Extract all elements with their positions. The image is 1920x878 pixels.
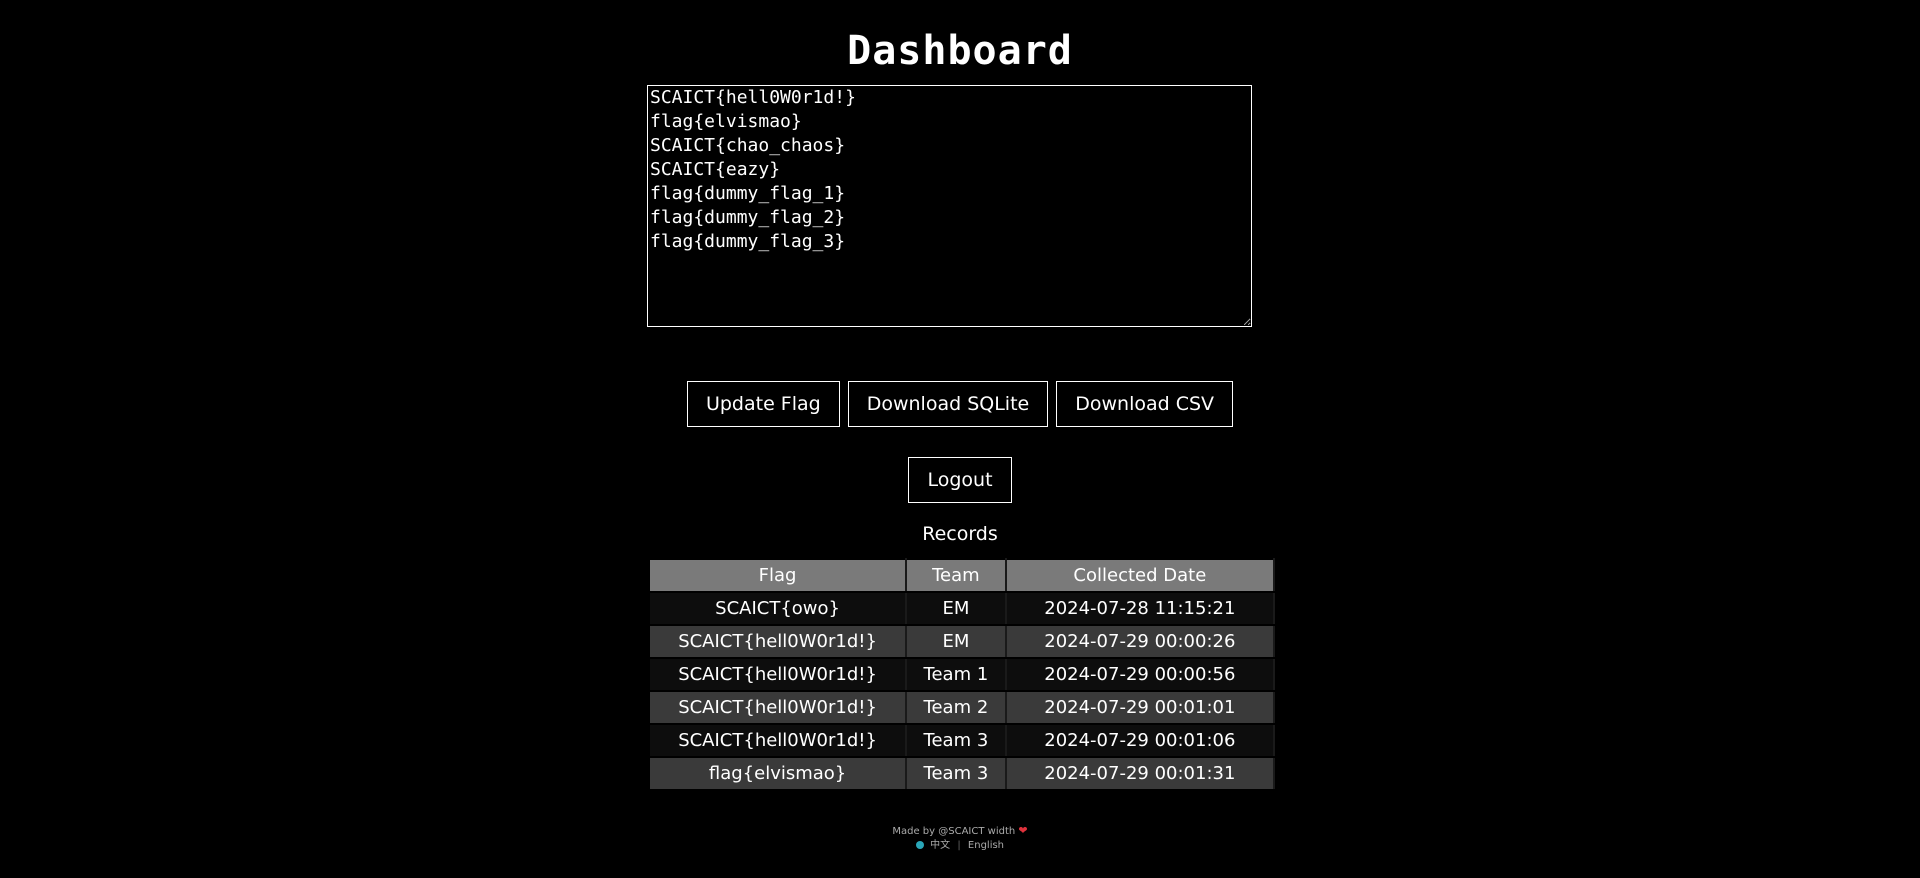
cell-collected-date: 2024-07-29 00:00:26 — [1004, 624, 1276, 659]
logout-row: Logout — [0, 457, 1920, 503]
table-row: SCAICT{hell0W0r1d!} Team 1 2024-07-29 00… — [647, 657, 1276, 692]
cell-collected-date: 2024-07-29 00:01:06 — [1004, 723, 1276, 758]
language-link-en[interactable]: English — [968, 840, 1004, 851]
cell-team: EM — [905, 591, 1007, 626]
globe-icon — [915, 841, 924, 849]
cell-team: Team 3 — [905, 756, 1007, 791]
language-link-zh[interactable]: 中文 — [930, 840, 950, 851]
cell-flag: SCAICT{hell0W0r1d!} — [647, 690, 908, 725]
credits-line: Made by @SCAICT width ❤ — [0, 824, 1920, 839]
column-header-flag: Flag — [647, 558, 908, 593]
page-title: Dashboard — [847, 28, 1073, 74]
language-separator: | — [957, 840, 961, 851]
cell-team: EM — [905, 624, 1007, 659]
table-row: flag{elvismao} Team 3 2024-07-29 00:01:3… — [647, 756, 1276, 791]
cell-flag: SCAICT{hell0W0r1d!} — [647, 624, 908, 659]
cell-collected-date: 2024-07-29 00:01:31 — [1004, 756, 1276, 791]
cell-flag: SCAICT{hell0W0r1d!} — [647, 657, 908, 692]
table-row: SCAICT{hell0W0r1d!} Team 2 2024-07-29 00… — [647, 690, 1276, 725]
logout-button[interactable]: Logout — [908, 457, 1012, 503]
flags-textarea[interactable] — [647, 85, 1252, 327]
records-table: Flag Team Collected Date SCAICT{owo} EM … — [647, 558, 1276, 791]
cell-flag: flag{elvismao} — [647, 756, 908, 791]
made-by-text: Made by @SCAICT width — [892, 826, 1016, 837]
cell-team: Team 2 — [905, 690, 1007, 725]
column-header-team: Team — [905, 558, 1007, 593]
update-flag-button[interactable]: Update Flag — [686, 381, 840, 427]
download-csv-button[interactable]: Download CSV — [1056, 381, 1234, 427]
records-heading: Records — [922, 523, 998, 545]
cell-collected-date: 2024-07-29 00:01:01 — [1004, 690, 1276, 725]
cell-flag: SCAICT{owo} — [647, 591, 908, 626]
language-switcher: 中文 | English — [0, 839, 1920, 853]
table-row: SCAICT{hell0W0r1d!} EM 2024-07-29 00:00:… — [647, 624, 1276, 659]
heart-icon: ❤ — [1018, 824, 1028, 837]
cell-collected-date: 2024-07-28 11:15:21 — [1004, 591, 1276, 626]
table-header-row: Flag Team Collected Date — [647, 558, 1276, 593]
table-row: SCAICT{hell0W0r1d!} Team 3 2024-07-29 00… — [647, 723, 1276, 758]
cell-flag: SCAICT{hell0W0r1d!} — [647, 723, 908, 758]
column-header-collected-date: Collected Date — [1004, 558, 1276, 593]
cell-team: Team 1 — [905, 657, 1007, 692]
download-sqlite-button[interactable]: Download SQLite — [847, 381, 1049, 427]
dashboard-page: Dashboard Update Flag Download SQLite Do… — [0, 0, 1920, 878]
footer: Made by @SCAICT width ❤ 中文 | English — [0, 824, 1920, 853]
cell-collected-date: 2024-07-29 00:00:56 — [1004, 657, 1276, 692]
action-buttons: Update Flag Download SQLite Download CSV — [0, 381, 1920, 427]
cell-team: Team 3 — [905, 723, 1007, 758]
table-row: SCAICT{owo} EM 2024-07-28 11:15:21 — [647, 591, 1276, 626]
